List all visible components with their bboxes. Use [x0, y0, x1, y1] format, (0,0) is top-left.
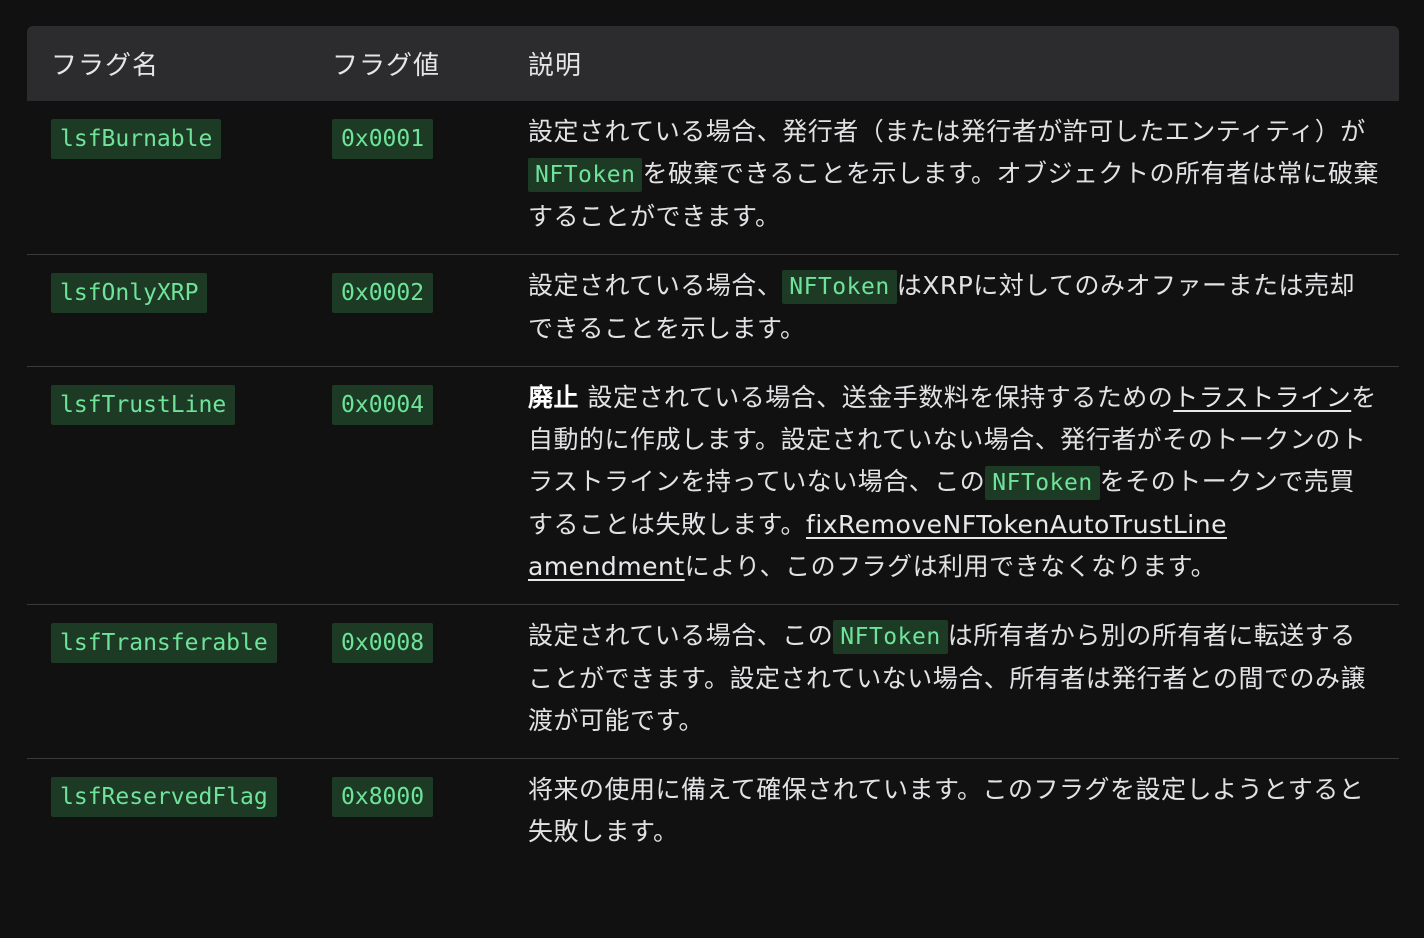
flag-name: lsfTrustLine: [51, 385, 236, 425]
description-text: 将来の使用に備えて確保されています。このフラグを設定しようとすると失敗します。: [528, 775, 1365, 846]
flag-value-cell: 0x0002: [307, 255, 503, 366]
table-row: lsfReservedFlag 0x8000 将来の使用に備えて確保されています…: [27, 759, 1399, 869]
flag-value-cell: 0x0004: [307, 367, 503, 604]
flag-description: 設定されている場合、この NFToken は所有者から別の所有者に転送することができ…: [503, 605, 1399, 758]
flag-name: lsfOnlyXRP: [51, 273, 208, 313]
flag-name: lsfReservedFlag: [51, 777, 277, 817]
flag-description: 設定されている場合、発行者（または発行者が許可したエンティティ）が NFToken…: [503, 101, 1399, 254]
header-description: 説明: [528, 51, 583, 81]
flag-description: 将来の使用に備えて確保されています。このフラグを設定しようとすると失敗します。: [503, 759, 1399, 869]
table-row: lsfTrustLine 0x0004 廃止 設定されている場合、送金手数料を保…: [27, 367, 1399, 605]
description-text: 設定されている場合、この: [528, 621, 834, 650]
flag-value: 0x0008: [332, 623, 434, 663]
description-text: を破棄できることを示します。オブジェクトの所有者は常に破棄することができます。: [528, 159, 1379, 231]
nftoken-code: NFToken: [782, 270, 897, 304]
flag-value: 0x0001: [332, 119, 434, 159]
flag-value-cell: 0x0001: [307, 101, 503, 254]
table-row: lsfTransferable 0x0008 設定されている場合、この NFTok…: [27, 605, 1399, 759]
flag-name: lsfTransferable: [51, 623, 277, 663]
table-row: lsfBurnable 0x0001 設定されている場合、発行者（または発行者が…: [27, 101, 1399, 255]
description-text: 設定されている場合、送金手数料を保持するための: [579, 383, 1174, 412]
deprecated-label: 廃止: [528, 383, 580, 412]
header-flag-name: フラグ名: [51, 51, 160, 81]
flag-name-cell: lsfBurnable: [27, 101, 307, 254]
flag-name-cell: lsfTransferable: [27, 605, 307, 758]
trustline-link[interactable]: トラストライン: [1173, 383, 1351, 412]
flag-value-cell: 0x8000: [307, 759, 503, 869]
flags-table: フラグ名 フラグ値 説明 lsfBurnable 0x0001 設定されている場…: [27, 26, 1399, 869]
flag-description: 設定されている場合、 NFToken はXRPに対してのみオファーまたは売却できるこ…: [503, 255, 1399, 366]
flag-name: lsfBurnable: [51, 119, 222, 159]
flag-description: 廃止 設定されている場合、送金手数料を保持するためのトラストラインを自動的に作成…: [503, 367, 1399, 604]
table-header: フラグ名 フラグ値 説明: [27, 26, 1399, 101]
flag-value-cell: 0x0008: [307, 605, 503, 758]
header-flag-value: フラグ値: [332, 51, 441, 81]
flag-value: 0x0002: [332, 273, 434, 313]
nftoken-code: NFToken: [985, 466, 1100, 500]
table-row: lsfOnlyXRP 0x0002 設定されている場合、 NFToken はXRPに…: [27, 255, 1399, 367]
flag-value: 0x8000: [332, 777, 434, 817]
nftoken-code: NFToken: [833, 620, 948, 654]
flag-name-cell: lsfTrustLine: [27, 367, 307, 604]
flag-name-cell: lsfOnlyXRP: [27, 255, 307, 366]
description-text: 設定されている場合、: [528, 271, 783, 300]
flag-value: 0x0004: [332, 385, 434, 425]
flag-name-cell: lsfReservedFlag: [27, 759, 307, 869]
nftoken-code: NFToken: [528, 158, 643, 192]
description-text: 設定されている場合、発行者（または発行者が許可したエンティティ）が: [528, 117, 1366, 146]
description-text: により、このフラグは利用できなくなります。: [684, 552, 1217, 581]
